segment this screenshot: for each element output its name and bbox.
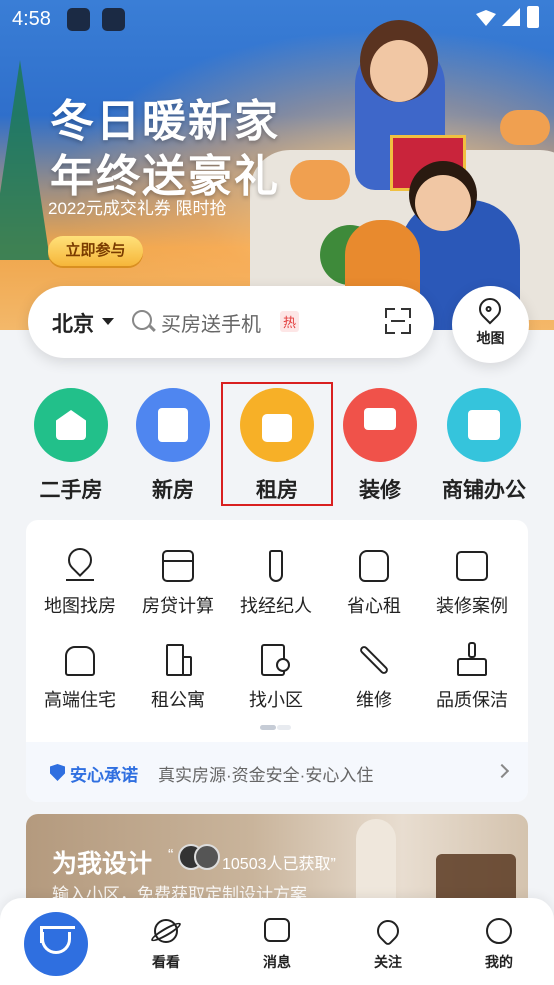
service-cleaning[interactable]: 品质保洁	[423, 642, 521, 712]
service-label: 高端住宅	[44, 690, 116, 710]
signal-icon	[502, 8, 520, 26]
tab-mine[interactable]: 我的	[464, 916, 534, 972]
shield-icon	[50, 764, 65, 781]
status-bar: 4:58	[0, 0, 554, 40]
service-repair[interactable]: 维修	[325, 642, 423, 712]
cat-illustration-2	[290, 160, 350, 200]
wrench-icon	[356, 642, 392, 678]
service-find-agent[interactable]: 找经纪人	[227, 548, 325, 618]
message-icon	[262, 916, 292, 946]
map-pin-icon	[474, 293, 506, 325]
design-quote-mark: “	[168, 847, 174, 864]
banner-subtitle: 2022元成交礼券 限时抢	[48, 199, 227, 218]
community-search-icon	[258, 642, 294, 678]
heart-icon	[372, 915, 404, 947]
apartment-icon	[160, 642, 196, 678]
join-now-button[interactable]: 立即参与	[48, 236, 143, 266]
smile-icon	[484, 916, 514, 946]
promise-bar[interactable]: 安心承诺 真实房源·资金安全·安心入住	[26, 742, 528, 802]
notification-icon-2	[102, 8, 125, 31]
wifi-icon	[476, 10, 496, 26]
category-label: 二手房	[39, 479, 103, 502]
search-bar[interactable]: 北京 买房送手机 热	[28, 286, 434, 358]
promo-banner[interactable]: 冬日暖新家 年终送豪礼 2022元成交礼券 限时抢 立即参与	[0, 0, 554, 330]
service-label: 省心租	[347, 596, 401, 616]
tab-browse[interactable]: 看看	[131, 916, 201, 972]
avatar-group	[178, 844, 220, 870]
map-pin-icon	[62, 543, 98, 584]
services-card: 地图找房 房贷计算 找经纪人 省心租 装修案例 高端住宅 租公寓 找小区 维修 …	[26, 520, 528, 802]
home-tab-logo-icon[interactable]	[24, 912, 88, 976]
search-icon	[132, 310, 152, 330]
cat-illustration	[500, 110, 550, 145]
bottom-tab-bar: 看看 消息 关注 我的	[0, 898, 554, 985]
chevron-down-icon	[102, 318, 114, 325]
service-label: 装修案例	[436, 596, 508, 616]
promise-text: 真实房源·资金安全·安心入住	[158, 766, 374, 785]
mother-head-illustration	[370, 40, 428, 102]
scan-icon[interactable]	[385, 308, 411, 334]
tab-label: 看看	[152, 954, 180, 970]
page-indicator	[260, 725, 291, 730]
calculator-icon	[160, 548, 196, 584]
map-button-label: 地图	[476, 330, 505, 346]
design-count: 10503人已获取”	[222, 856, 336, 873]
map-button[interactable]: 地图	[452, 286, 529, 363]
service-find-community[interactable]: 找小区	[227, 642, 325, 712]
service-loan-calculator[interactable]: 房贷计算	[129, 548, 227, 618]
tab-label: 我的	[485, 954, 513, 970]
category-label: 装修	[359, 479, 401, 502]
service-label: 租公寓	[151, 690, 205, 710]
service-label: 维修	[356, 690, 392, 710]
category-second-hand[interactable]: 二手房	[21, 388, 121, 504]
planet-icon	[149, 916, 183, 946]
tab-messages[interactable]: 消息	[242, 916, 312, 972]
highlight-box	[221, 382, 333, 506]
service-luxury-homes[interactable]: 高端住宅	[31, 642, 129, 712]
building-icon	[136, 388, 210, 462]
tie-icon	[258, 548, 294, 584]
search-input[interactable]: 买房送手机	[161, 308, 261, 337]
service-label: 品质保洁	[436, 690, 508, 710]
villa-icon	[62, 642, 98, 678]
tab-follow[interactable]: 关注	[353, 915, 423, 972]
service-map-search[interactable]: 地图找房	[31, 543, 129, 618]
broom-icon	[454, 642, 490, 678]
heart-house-icon	[356, 548, 392, 584]
service-label: 房贷计算	[142, 596, 214, 616]
hot-badge: 热	[280, 311, 300, 332]
shop-icon	[447, 388, 521, 462]
service-label: 找小区	[249, 690, 303, 710]
category-label: 商铺办公	[442, 479, 526, 502]
house-icon	[34, 388, 108, 462]
picture-icon	[454, 548, 490, 584]
category-new-house[interactable]: 新房	[123, 388, 223, 504]
father-head-illustration	[415, 175, 471, 231]
service-label: 地图找房	[44, 596, 116, 616]
service-rent-apartment[interactable]: 租公寓	[129, 642, 227, 712]
design-title: 为我设计	[52, 850, 153, 878]
chevron-right-icon	[494, 763, 510, 779]
service-easy-rent[interactable]: 省心租	[325, 548, 423, 618]
tab-label: 消息	[263, 954, 291, 970]
city-selector[interactable]: 北京	[52, 308, 94, 338]
battery-icon	[527, 6, 539, 28]
tab-label: 关注	[374, 954, 402, 970]
category-decoration[interactable]: 装修	[330, 388, 430, 504]
promise-title: 安心承诺	[70, 766, 138, 785]
notification-icon	[67, 8, 90, 31]
category-shop-office[interactable]: 商铺办公	[434, 388, 534, 504]
service-decoration-cases[interactable]: 装修案例	[423, 548, 521, 618]
category-label: 新房	[152, 479, 194, 502]
paint-roller-icon	[343, 388, 417, 462]
status-time: 4:58	[12, 8, 51, 30]
service-label: 找经纪人	[240, 596, 312, 616]
